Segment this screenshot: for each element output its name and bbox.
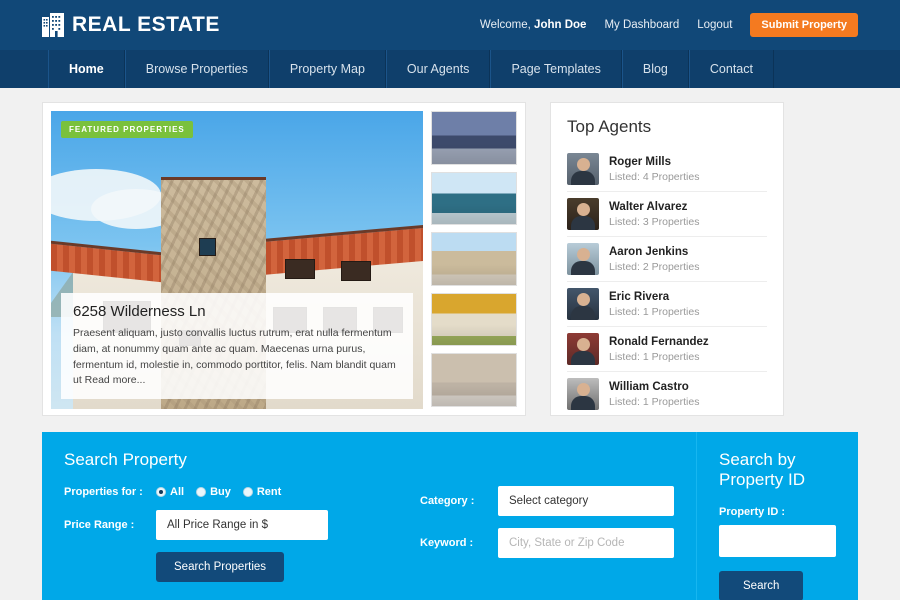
radio-buy-label: Buy (210, 486, 231, 498)
thumbnail-item[interactable] (431, 111, 517, 165)
thumbnail-item[interactable] (431, 353, 517, 407)
welcome-prefix: Welcome, (479, 19, 531, 31)
search-property-panel: Search Property Properties for : All Buy (42, 432, 696, 600)
keyword-label: Keyword : (420, 537, 474, 549)
agent-listing-count: Listed: 1 Properties (609, 305, 700, 318)
radio-icon-selected (156, 487, 166, 497)
featured-properties-card: FEATURED PROPERTIES 6258 Wilderness Ln P… (42, 102, 526, 416)
my-dashboard-link[interactable]: My Dashboard (604, 19, 679, 31)
agent-list-item[interactable]: Walter Alvarez Listed: 3 Properties (567, 192, 767, 237)
search-properties-button[interactable]: Search Properties (156, 552, 285, 582)
agent-listing-count: Listed: 2 Properties (609, 260, 700, 273)
nav-item-blog[interactable]: Blog (621, 50, 689, 88)
search-column-left: Properties for : All Buy Rent Price Rang… (64, 486, 404, 582)
agent-name: Walter Alvarez (609, 200, 688, 213)
avatar (567, 153, 599, 185)
top-agents-panel: Top Agents Roger Mills Listed: 4 Propert… (550, 102, 784, 416)
radio-buy[interactable]: Buy (196, 486, 231, 498)
agent-list-item[interactable]: William Castro Listed: 1 Properties (567, 372, 767, 416)
price-range-label: Price Range : (64, 519, 135, 531)
search-by-id-title: Search by Property ID (719, 450, 805, 489)
price-range-row: Price Range : (64, 510, 404, 540)
site-header: REAL ESTATE Welcome, John Doe My Dashboa… (0, 0, 900, 50)
featured-title: 6258 Wilderness Ln (73, 303, 206, 320)
property-id-input[interactable] (719, 525, 836, 557)
category-select[interactable] (498, 486, 674, 516)
featured-badge: FEATURED PROPERTIES (61, 121, 193, 138)
keyword-row: Keyword : (420, 528, 674, 558)
nav-item-home[interactable]: Home (48, 50, 125, 88)
main-navigation: Home Browse Properties Property Map Our … (0, 50, 900, 88)
logout-link[interactable]: Logout (697, 19, 732, 31)
agent-list-item[interactable]: Eric Rivera Listed: 1 Properties (567, 282, 767, 327)
category-label: Category : (420, 495, 475, 507)
radio-rent-label: Rent (256, 486, 282, 498)
nav-item-our-agents[interactable]: Our Agents (385, 50, 491, 88)
search-column-right: Category : Keyword : (420, 486, 674, 582)
top-agents-title: Top Agents (567, 117, 652, 136)
agent-list-item[interactable]: Ronald Fernandez Listed: 1 Properties (567, 327, 767, 372)
agent-listing-count: Listed: 3 Properties (609, 215, 700, 228)
upper-window (285, 259, 315, 279)
tower-window (199, 238, 216, 256)
user-name: John Doe (534, 19, 587, 31)
avatar (567, 333, 599, 365)
agent-name: Aaron Jenkins (609, 245, 689, 258)
agent-listing-count: Listed: 4 Properties (609, 170, 700, 183)
welcome-text: Welcome, John Doe (480, 19, 587, 31)
site-logo[interactable]: REAL ESTATE (42, 13, 220, 37)
radio-icon (242, 487, 253, 497)
price-range-select[interactable] (156, 510, 328, 540)
building-icon (42, 13, 64, 37)
featured-caption: 6258 Wilderness Ln Praesent aliquam, jus… (61, 293, 413, 399)
thumbnail-item[interactable] (431, 171, 517, 226)
search-property-title: Search Property (64, 450, 187, 469)
properties-for-row: Properties for : All Buy Rent (64, 486, 404, 498)
agent-name: William Castro (609, 380, 689, 393)
radio-icon (196, 487, 207, 497)
thumbnail-item[interactable] (431, 292, 517, 347)
nav-item-browse-properties[interactable]: Browse Properties (124, 50, 269, 88)
thumbnail-item[interactable] (431, 232, 517, 286)
agent-listing-count: Listed: 1 Properties (609, 350, 700, 363)
avatar (567, 198, 599, 230)
site-logo-text: REAL ESTATE (72, 13, 220, 36)
avatar (567, 243, 599, 275)
agent-name: Eric Rivera (609, 290, 670, 303)
search-section: Search Property Properties for : All Buy (42, 432, 858, 600)
agent-list-item[interactable]: Roger Mills Listed: 4 Properties (567, 147, 767, 192)
agent-name: Roger Mills (609, 155, 671, 168)
properties-for-label: Properties for : (64, 486, 143, 498)
featured-description: Praesent aliquam, justo convallis luctus… (73, 327, 396, 387)
radio-all[interactable]: All (156, 486, 184, 498)
search-by-id-button[interactable]: Search (719, 571, 804, 600)
thumbnail-strip (431, 111, 517, 407)
agent-list-item[interactable]: Aaron Jenkins Listed: 2 Properties (567, 237, 767, 282)
page-content: FEATURED PROPERTIES 6258 Wilderness Ln P… (0, 88, 900, 416)
nav-item-property-map[interactable]: Property Map (268, 50, 386, 88)
keyword-input[interactable] (498, 528, 674, 558)
category-row: Category : (420, 486, 674, 516)
search-submit-row: Search Properties (64, 552, 404, 582)
nav-item-contact[interactable]: Contact (688, 50, 774, 88)
search-by-id-panel: Search by Property ID Property ID : Sear… (696, 432, 858, 600)
nav-item-page-templates[interactable]: Page Templates (490, 50, 622, 88)
property-id-label: Property ID : (719, 506, 786, 518)
upper-window (341, 261, 371, 281)
properties-for-radio-group: All Buy Rent (156, 486, 281, 498)
header-user-area: Welcome, John Doe My Dashboard Logout Su… (480, 13, 858, 37)
featured-hero-image[interactable]: FEATURED PROPERTIES 6258 Wilderness Ln P… (51, 111, 423, 409)
radio-rent[interactable]: Rent (242, 486, 282, 498)
agent-name: Ronald Fernandez (609, 335, 709, 348)
radio-all-label: All (170, 486, 185, 498)
avatar (567, 378, 599, 410)
submit-property-button[interactable]: Submit Property (750, 13, 858, 37)
agent-listing-count: Listed: 1 Properties (609, 395, 700, 408)
avatar (567, 288, 599, 320)
search-fields-grid: Properties for : All Buy Rent Price Rang… (64, 486, 674, 582)
